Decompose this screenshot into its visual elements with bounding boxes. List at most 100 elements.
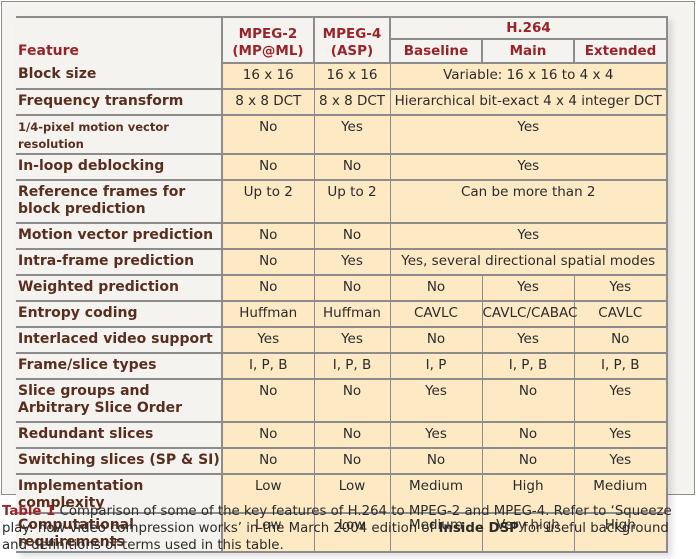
h264-baseline-cell: I, P — [389, 353, 483, 380]
table-row: Slice groups and Arbitrary Slice Order No… — [16, 379, 669, 423]
mpeg4-cell: I, P, B — [313, 353, 391, 380]
h264-cell: Yes — [389, 223, 669, 250]
feature-cell: Switching slices (SP & SI) — [16, 448, 223, 475]
mpeg2-cell: 8 x 8 DCT — [221, 89, 315, 116]
header-baseline: Baseline — [389, 38, 483, 64]
feature-cell: Frame/slice types — [16, 353, 223, 380]
h264-cell: Hierarchical bit-exact 4 x 4 integer DCT — [389, 89, 669, 116]
mpeg4-cell: No — [313, 379, 391, 423]
mpeg2-cell: No — [221, 422, 315, 449]
table-row: Frame/slice types I, P, B I, P, B I, P I, P,… — [16, 353, 669, 380]
header-mpeg4-line2: (ASP) — [330, 43, 374, 59]
mpeg2-cell: Huffman — [221, 301, 315, 328]
table-panel: Feature MPEG-2 (MP@ML) MPEG-4 (ASP) H.26… — [1, 1, 695, 553]
h264-main-cell: Yes — [481, 327, 575, 354]
table-row: Entropy coding Huffman Huffman CAVLC CAVLC/C… — [16, 301, 669, 328]
mpeg4-cell: No — [313, 448, 391, 475]
mpeg4-cell: Yes — [313, 115, 391, 155]
header-feature: Feature — [16, 16, 223, 63]
h264-main-cell: No — [481, 448, 575, 475]
feature-cell: Interlaced video support — [16, 327, 223, 354]
mpeg4-cell: Yes — [313, 249, 391, 276]
mpeg2-cell: No — [221, 379, 315, 423]
h264-main-cell: CAVLC/CABAC — [481, 301, 577, 328]
mpeg4-cell: No — [313, 422, 391, 449]
feature-cell: Slice groups and Arbitrary Slice Order — [16, 379, 223, 423]
table-caption: Table 1 Comparison of some of the key fe… — [2, 503, 692, 554]
header-extended: Extended — [572, 38, 669, 64]
mpeg2-cell: Up to 2 — [221, 180, 315, 224]
table-row: Intra-frame prediction No Yes Yes, several … — [16, 249, 669, 276]
h264-baseline-cell: CAVLC — [389, 301, 483, 328]
feature-cell: Frequency transform — [16, 89, 223, 116]
mpeg4-cell: Huffman — [313, 301, 391, 328]
h264-extended-cell: Yes — [573, 422, 669, 449]
h264-main-cell: I, P, B — [481, 353, 575, 380]
h264-cell: Can be more than 2 — [389, 180, 669, 224]
caption-label: Table 1 — [2, 504, 56, 519]
feature-cell: 1/4-pixel motion vector resolution — [16, 115, 223, 155]
mpeg2-cell: No — [221, 223, 315, 250]
feature-cell: Block size — [16, 63, 223, 90]
h264-baseline-cell: No — [389, 448, 483, 475]
header-mpeg2-line2: (MP@ML) — [232, 43, 304, 59]
mpeg2-cell: No — [221, 115, 315, 155]
header-mpeg2: MPEG-2 (MP@ML) — [221, 16, 315, 64]
table-row: Interlaced video support Yes Yes No Yes No — [16, 327, 669, 354]
h264-cell: Yes — [389, 154, 669, 181]
feature-cell: Reference frames for block prediction — [16, 180, 223, 224]
header-h264: H.264 — [388, 16, 669, 40]
h264-baseline-cell: No — [389, 275, 483, 302]
header-main: Main — [481, 38, 575, 64]
h264-extended-cell: Yes — [573, 275, 669, 302]
h264-main-cell: No — [481, 422, 575, 449]
h264-main-cell: No — [481, 379, 575, 423]
table-row: 1/4-pixel motion vector resolution No Yes Y… — [16, 115, 669, 155]
feature-cell: Intra-frame prediction — [16, 249, 223, 276]
mpeg2-cell: No — [221, 448, 315, 475]
mpeg4-cell: No — [313, 154, 391, 181]
mpeg4-cell: 16 x 16 — [313, 63, 391, 90]
feature-cell: Weighted prediction — [16, 275, 223, 302]
mpeg2-cell: No — [221, 275, 315, 302]
h264-cell: Yes — [389, 115, 669, 155]
h264-extended-cell: CAVLC — [573, 301, 669, 328]
table-row: Redundant slices No No Yes No Yes — [16, 422, 669, 449]
table-row: Frequency transform 8 x 8 DCT 8 x 8 DCT Hie… — [16, 89, 669, 116]
header-mpeg4: MPEG-4 (ASP) — [313, 16, 391, 64]
h264-baseline-cell: Yes — [389, 422, 483, 449]
comparison-table: Feature MPEG-2 (MP@ML) MPEG-4 (ASP) H.26… — [16, 16, 669, 553]
h264-extended-cell: Yes — [573, 448, 669, 475]
feature-cell: Motion vector prediction — [16, 223, 223, 250]
h264-baseline-cell: Yes — [389, 379, 483, 423]
feature-cell: Entropy coding — [16, 301, 223, 328]
mpeg2-cell: No — [221, 154, 315, 181]
feature-cell: Redundant slices — [16, 422, 223, 449]
table-row: Block size 16 x 16 16 x 16 Variable: 16 x 1… — [16, 63, 669, 90]
table-row: Reference frames for block prediction Up … — [16, 180, 669, 224]
h264-baseline-cell: No — [389, 327, 483, 354]
caption-publication: Inside DSP — [438, 521, 519, 536]
table-row: Motion vector prediction No No Yes — [16, 223, 669, 250]
h264-extended-cell: I, P, B — [573, 353, 669, 380]
h264-extended-cell: No — [573, 327, 669, 354]
h264-extended-cell: Yes — [573, 379, 669, 423]
h264-cell: Variable: 16 x 16 to 4 x 4 — [389, 63, 669, 90]
mpeg4-cell: No — [313, 223, 391, 250]
mpeg4-cell: No — [313, 275, 391, 302]
table-row: In-loop deblocking No No Yes — [16, 154, 669, 181]
table-body: Block size 16 x 16 16 x 16 Variable: 16 x 1… — [16, 63, 669, 553]
mpeg2-cell: No — [221, 249, 315, 276]
table-row: Switching slices (SP & SI) No No No No Yes — [16, 448, 669, 475]
mpeg4-cell: 8 x 8 DCT — [313, 89, 391, 116]
h264-main-cell: Yes — [481, 275, 575, 302]
mpeg4-cell: Yes — [313, 327, 391, 354]
header-mpeg4-line1: MPEG-4 — [322, 26, 382, 42]
mpeg2-cell: Yes — [221, 327, 315, 354]
feature-cell: In-loop deblocking — [16, 154, 223, 181]
mpeg2-cell: 16 x 16 — [221, 63, 315, 90]
header-mpeg2-line1: MPEG-2 — [238, 26, 298, 42]
mpeg4-cell: Up to 2 — [313, 180, 391, 224]
mpeg2-cell: I, P, B — [221, 353, 315, 380]
h264-cell: Yes, several directional spatial modes — [389, 249, 669, 276]
